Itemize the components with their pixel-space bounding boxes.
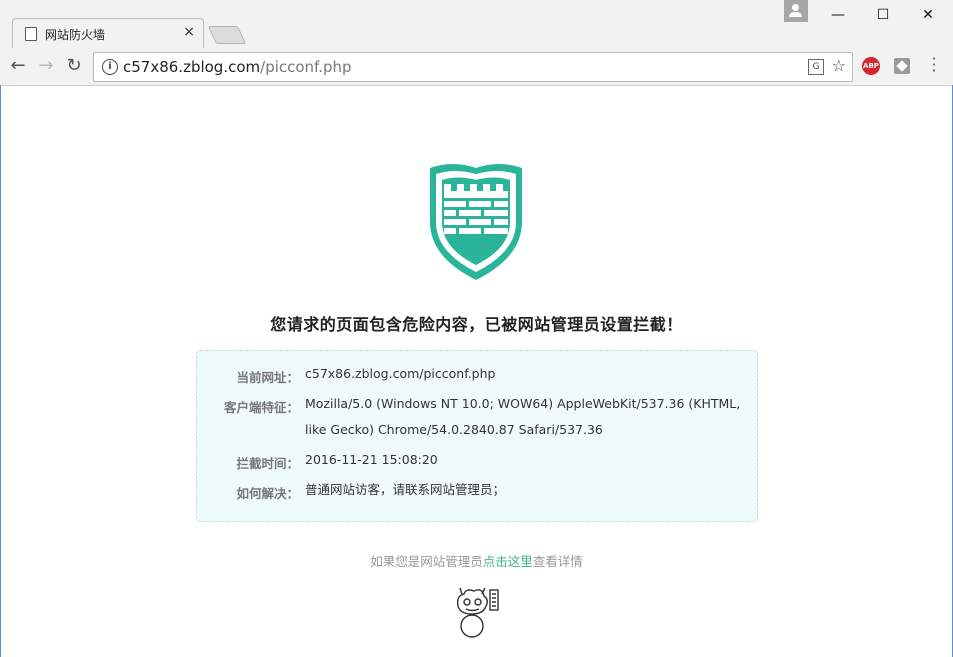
firewall-mascot-logo <box>456 587 499 638</box>
forward-arrow-icon[interactable]: → <box>34 54 58 78</box>
minimize-button[interactable]: — <box>815 0 861 30</box>
tab-title: 网站防火墙 <box>45 28 106 42</box>
browser-tab[interactable]: 网站防火墙 × <box>12 18 204 49</box>
site-info-icon[interactable]: i <box>102 59 118 75</box>
maximize-button[interactable]: ☐ <box>860 0 906 30</box>
adblock-plus-icon[interactable]: ABP <box>862 57 880 75</box>
firewall-shield-icon <box>430 164 522 280</box>
detail-value: c57x86.zblog.com/picconf.php <box>305 366 496 381</box>
page-icon <box>25 27 37 41</box>
address-bar[interactable]: i c57x86.zblog.com/picconf.php G ☆ <box>93 52 853 82</box>
back-arrow-icon[interactable]: ← <box>6 54 30 78</box>
detail-label: 拦截时间： <box>236 456 299 471</box>
tab-close-icon[interactable]: × <box>183 24 195 40</box>
block-details-box: 当前网址： c57x86.zblog.com/picconf.php 客户端特征… <box>196 350 758 522</box>
detail-value: 2016-11-21 15:08:20 <box>305 452 438 467</box>
url-host: c57x86.zblog.com <box>123 58 261 76</box>
new-tab-button[interactable] <box>207 26 247 44</box>
block-headline: 您请求的页面包含危险内容，已被网站管理员设置拦截！ <box>270 315 683 334</box>
detail-label: 当前网址： <box>236 370 299 385</box>
detail-label: 客户端特征： <box>223 400 299 415</box>
bookmark-star-icon[interactable]: ☆ <box>832 56 846 75</box>
browser-titlebar: 网站防火墙 × — ☐ ✕ <box>0 0 953 49</box>
detail-value: 普通网站访客，请联系网站管理员； <box>305 482 506 497</box>
admin-hint-suffix: 查看详情 <box>532 554 583 569</box>
browser-toolbar: ← → ↻ i c57x86.zblog.com/picconf.php G ☆… <box>0 48 953 86</box>
admin-hint: 如果您是网站管理员点击这里查看详情 <box>0 551 953 570</box>
menu-dots-icon[interactable]: · · · <box>928 51 940 79</box>
url-path: /picconf.php <box>260 58 352 76</box>
reload-icon[interactable]: ↻ <box>62 54 86 78</box>
window-border-left <box>0 85 1 657</box>
url-text[interactable]: c57x86.zblog.com/picconf.php <box>123 58 352 76</box>
detail-value: Mozilla/5.0 (Windows NT 10.0; WOW64) App… <box>305 396 741 437</box>
close-window-button[interactable]: ✕ <box>905 0 951 30</box>
admin-details-link[interactable]: 点击这里 <box>483 554 533 569</box>
admin-hint-prefix: 如果您是网站管理员 <box>370 554 483 569</box>
detail-label: 如何解决： <box>236 486 299 501</box>
translate-icon[interactable]: G <box>808 59 824 75</box>
extension-icon[interactable] <box>894 58 910 74</box>
profile-icon[interactable] <box>784 0 808 22</box>
